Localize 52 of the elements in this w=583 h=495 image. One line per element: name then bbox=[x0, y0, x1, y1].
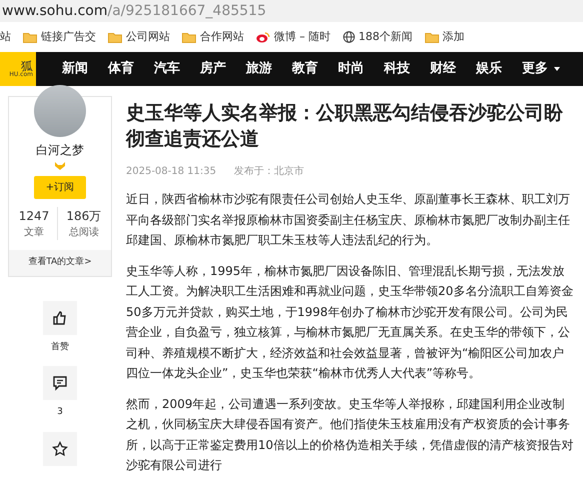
nav-link[interactable]: 科技 bbox=[374, 59, 420, 79]
star-button[interactable] bbox=[43, 432, 77, 466]
stat-value: 186万 bbox=[66, 208, 102, 225]
nav-link[interactable]: 娱乐 bbox=[466, 59, 512, 79]
caret-icon bbox=[552, 66, 562, 72]
article-title: 史玉华等人实名举报：公职黑恶勾结侵吞沙驼公司盼彻查追责还公道 bbox=[126, 101, 564, 152]
url-path: /a/925181667_485515 bbox=[107, 3, 266, 19]
comment-icon bbox=[52, 375, 68, 391]
nav-link[interactable]: 房产 bbox=[190, 59, 236, 79]
nav-link[interactable]: 更多 bbox=[512, 59, 572, 79]
nav-link[interactable]: 时尚 bbox=[328, 59, 374, 79]
comment-button[interactable] bbox=[43, 366, 77, 400]
bookmark-label[interactable]: 链接广告交 bbox=[41, 28, 96, 46]
nav-link[interactable]: 旅游 bbox=[236, 59, 282, 79]
folder-icon bbox=[23, 32, 37, 42]
subscribe-button[interactable]: +订阅 bbox=[34, 176, 86, 199]
nav-link[interactable]: 新闻 bbox=[52, 59, 98, 79]
action-count: 3 bbox=[56, 406, 64, 419]
article-paragraph: 近日，陕西省榆林市沙驼有限责任公司创始人史玉华、原副董事长王森林、职工刘万平向各级部门实名举报原榆林市国资委副主任杨宝庆、原榆林市氮肥厂改制办副主任邱建国、原榆林市氮肥厂职工朱玉枝等人违法乱纪的行为。 bbox=[126, 191, 571, 249]
stat-label: 总阅读 bbox=[68, 226, 100, 240]
action-count: 首赞 bbox=[50, 340, 70, 354]
bookmark-label[interactable]: 站 bbox=[0, 28, 11, 46]
article-paragraph: 史玉华等人称，1995年，榆林市氮肥厂因设备陈旧、管理混乱长期亏损，无法发放工人工资。为解决职工生活困难和再就业问题，史玉华带领20多名分流职工自筹资金50多万元并贷款，购买土地，于1998年创办了榆林市沙驼开发有限公司。公司为民营企业，自负盈亏，独立核算，与榆林市氮肥厂无直属关系。在史玉华的带领下，公司种、养殖规模不断扩大，经济效益和社会效益显著，曾被评为“榆阳区公司加农户四位一体龙头企业”，史玉华也荣获“榆林市优秀人大代表”等称号。 bbox=[126, 262, 574, 382]
nav-link[interactable]: 教育 bbox=[282, 59, 328, 79]
stat-value: 1247 bbox=[18, 208, 50, 225]
bookmark-label[interactable]: 合作网站 bbox=[200, 28, 244, 46]
folder-icon bbox=[182, 32, 196, 42]
bookmark-label[interactable]: 微博 – 随时 bbox=[274, 28, 330, 46]
globe-icon bbox=[342, 31, 354, 43]
nav-link[interactable]: 汽车 bbox=[144, 59, 190, 79]
author-articles-link[interactable]: 查看TA的文章> bbox=[9, 250, 111, 276]
nav-link[interactable]: 体育 bbox=[98, 59, 144, 79]
fox-badge-icon bbox=[55, 162, 65, 170]
article-paragraph: 然而，2009年起，公司遭遇一系列变故。史玉华等人举报称，邱建国利用企业改制之机，伙同杨宝庆大肆侵吞国有资产。他们指使朱玉枝雇用没有产权资质的会计事务所，以高于正常鉴定费用10倍以上的价格伪造相关手续，凭借虚假的清产核资报告对沙驼有限公司进行 bbox=[126, 396, 574, 474]
publish-location: 发布于：北京市 bbox=[234, 164, 304, 179]
logo-text: 狐 bbox=[21, 60, 33, 72]
avatar-photo-placeholder bbox=[34, 85, 86, 137]
folder-icon bbox=[424, 32, 438, 42]
like-button[interactable] bbox=[43, 300, 77, 334]
weibo-icon bbox=[256, 31, 270, 43]
url-host: www.sohu.com bbox=[2, 3, 108, 19]
thumbs-up-icon bbox=[52, 310, 68, 326]
publish-date: 2025-08-18 11:35 bbox=[126, 165, 216, 179]
stat-label: 文章 bbox=[23, 226, 46, 240]
bookmark-label[interactable]: 公司网站 bbox=[126, 28, 170, 46]
star-icon bbox=[52, 440, 68, 456]
author-name[interactable]: 白河之梦 bbox=[9, 141, 111, 159]
folder-icon bbox=[108, 32, 122, 42]
bookmark-label[interactable]: 188个新闻 bbox=[358, 28, 412, 46]
address-bar[interactable]: www.sohu.com/a/925181667_485515 bbox=[0, 0, 583, 22]
nav-link[interactable]: 财经 bbox=[420, 59, 466, 79]
bookmark-label[interactable]: 添加 bbox=[442, 28, 464, 46]
